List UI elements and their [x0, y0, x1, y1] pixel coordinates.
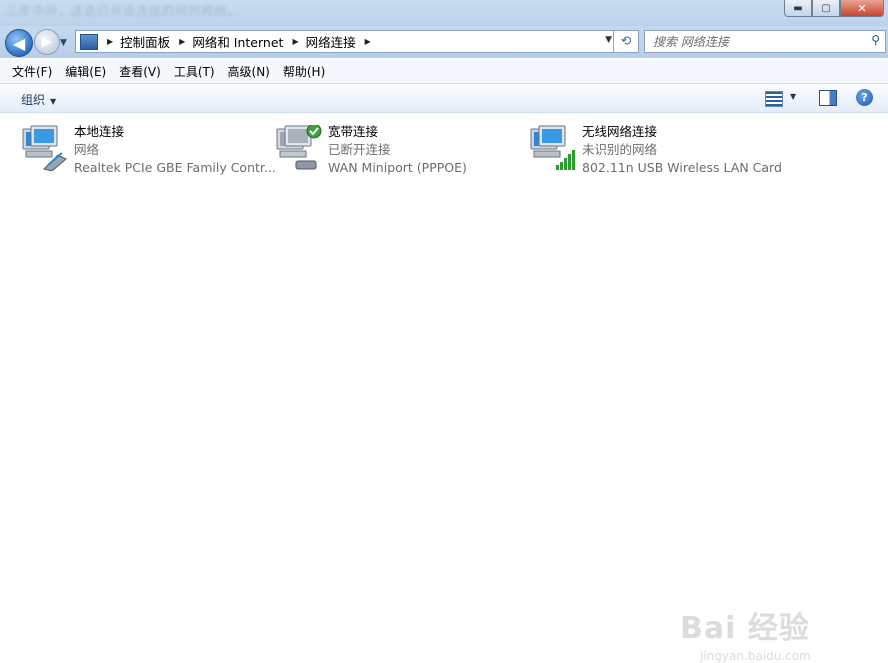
- network-computer-cable-icon: [22, 125, 67, 171]
- maximize-button[interactable]: ▢: [812, 0, 840, 17]
- organize-label: 组织: [21, 93, 46, 107]
- connection-device: Realtek PCIe GBE Family Contr...: [74, 160, 276, 175]
- watermark-url: jingyan.baidu.com: [700, 649, 811, 663]
- blurred-title-text: 三步中间，这选已开设连接的间的网络。: [6, 4, 241, 18]
- connection-name: 本地连接: [74, 124, 125, 139]
- view-options-chevron-icon[interactable]: ▼: [790, 92, 796, 101]
- control-panel-icon: [80, 33, 98, 50]
- connection-status: 已断开连接: [328, 142, 391, 157]
- baidu-watermark: Bai 经验 jingyan.baidu.com: [680, 603, 811, 663]
- recent-pages-dropdown[interactable]: ▼: [60, 38, 67, 48]
- breadcrumb-separator[interactable]: ▶: [365, 37, 371, 46]
- search-input[interactable]: [645, 31, 855, 52]
- watermark-brand: Bai 经验: [680, 611, 810, 646]
- close-button[interactable]: ✕: [840, 0, 884, 17]
- change-view-icon[interactable]: [765, 91, 783, 107]
- breadcrumb-separator[interactable]: ▶: [107, 37, 113, 46]
- menu-advanced[interactable]: 高级(N): [228, 63, 270, 80]
- connection-item-broadband[interactable]: 宽带连接 已断开连接 WAN Miniport (PPPOE): [272, 123, 522, 179]
- connection-item-wireless[interactable]: 无线网络连接 未识别的网络 802.11n USB Wireless LAN C…: [526, 123, 782, 179]
- address-bar[interactable]: ▶ 控制面板 ▶ 网络和 Internet ▶ 网络连接 ▶ ▼ ⟲: [75, 30, 639, 53]
- connections-list: 本地连接 网络 Realtek PCIe GBE Family Contr...…: [0, 113, 888, 663]
- menu-edit[interactable]: 编辑(E): [65, 63, 106, 80]
- chevron-down-icon: ▼: [50, 97, 57, 106]
- command-bar: 组织 ▼ ▼ ?: [0, 84, 888, 113]
- network-computer-wireless-icon: [530, 125, 575, 170]
- breadcrumb: ▶ 控制面板 ▶ 网络和 Internet ▶ 网络连接 ▶: [98, 32, 378, 51]
- menu-view[interactable]: 查看(V): [119, 63, 161, 80]
- title-bar: 三步中间，这选已开设连接的间的网络。 ▬ ▢ ✕: [0, 0, 888, 28]
- network-computer-modem-icon: [276, 125, 322, 170]
- connection-text: 宽带连接 已断开连接 WAN Miniport (PPPOE): [328, 123, 467, 177]
- connection-name: 无线网络连接: [582, 124, 658, 139]
- connection-text: 无线网络连接 未识别的网络 802.11n USB Wireless LAN C…: [582, 123, 782, 177]
- search-icon[interactable]: ⚲: [871, 33, 880, 47]
- connection-device: 802.11n USB Wireless LAN Card: [582, 160, 782, 175]
- menu-file[interactable]: 文件(F): [12, 63, 52, 80]
- connection-item-local[interactable]: 本地连接 网络 Realtek PCIe GBE Family Contr...: [18, 123, 276, 179]
- menu-tools[interactable]: 工具(T): [174, 63, 215, 80]
- back-button[interactable]: ◀: [5, 29, 33, 57]
- preview-pane-icon[interactable]: [819, 90, 837, 106]
- refresh-button[interactable]: ⟲: [613, 31, 638, 52]
- breadcrumb-separator[interactable]: ▶: [292, 37, 298, 46]
- search-box: ⚲: [644, 30, 886, 53]
- help-icon[interactable]: ?: [856, 89, 873, 106]
- connection-status: 网络: [74, 142, 100, 157]
- forward-button[interactable]: ▶: [34, 29, 60, 55]
- breadcrumb-control-panel[interactable]: 控制面板: [120, 32, 170, 51]
- address-dropdown-icon[interactable]: ▼: [605, 35, 612, 45]
- breadcrumb-network-internet[interactable]: 网络和 Internet: [192, 32, 283, 51]
- connection-name: 宽带连接: [328, 124, 379, 139]
- connection-device: WAN Miniport (PPPOE): [328, 160, 467, 175]
- menu-bar: 文件(F) 编辑(E) 查看(V) 工具(T) 高级(N) 帮助(H): [0, 59, 888, 84]
- organize-button[interactable]: 组织 ▼: [21, 91, 56, 108]
- navigation-bar: ◀ ▶ ▼ ▶ 控制面板 ▶ 网络和 Internet ▶ 网络连接 ▶ ▼ ⟲…: [0, 26, 888, 58]
- minimize-button[interactable]: ▬: [784, 0, 812, 17]
- menu-help[interactable]: 帮助(H): [283, 63, 325, 80]
- connection-text: 本地连接 网络 Realtek PCIe GBE Family Contr...: [74, 123, 276, 177]
- breadcrumb-separator[interactable]: ▶: [179, 37, 185, 46]
- window-controls: ▬ ▢ ✕: [784, 0, 884, 17]
- breadcrumb-network-connections[interactable]: 网络连接: [306, 32, 356, 51]
- connection-status: 未识别的网络: [582, 142, 658, 157]
